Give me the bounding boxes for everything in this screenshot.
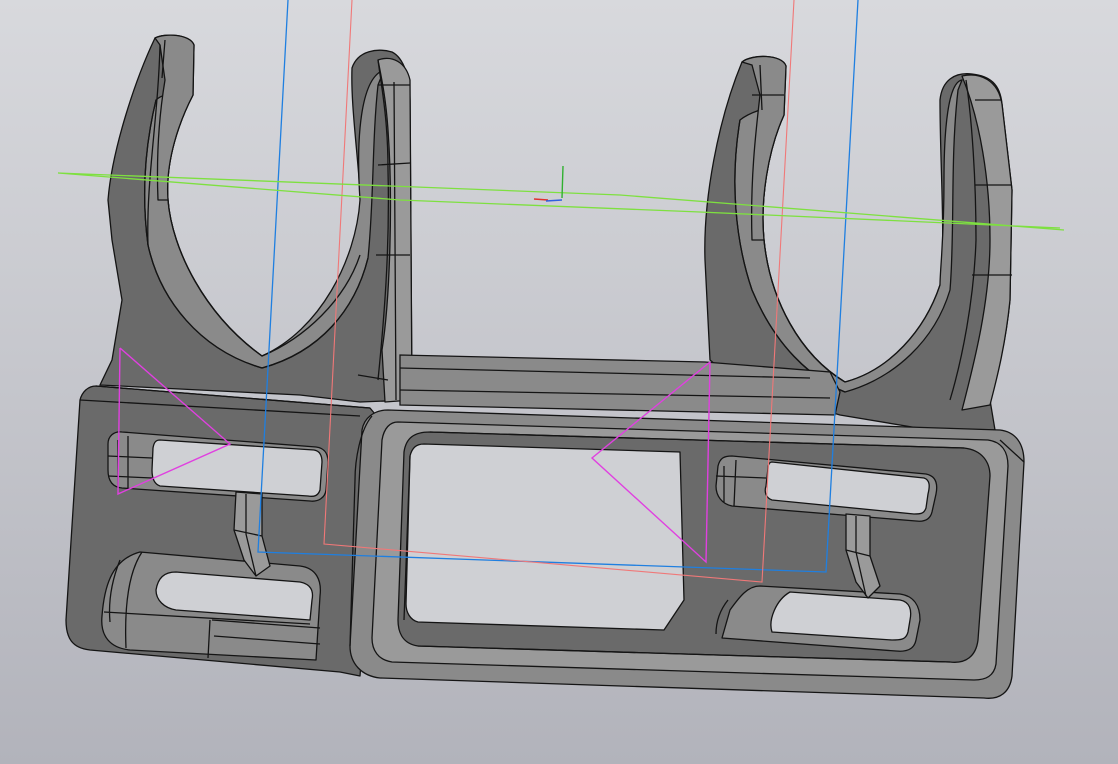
center-frame[interactable]: [349, 409, 1025, 699]
right-lower-slot-hole: [770, 591, 912, 641]
cad-3d-viewport[interactable]: [0, 0, 1118, 764]
left-block[interactable]: [65, 385, 381, 677]
model-scene[interactable]: [0, 0, 1118, 764]
center-frame-window: [405, 443, 685, 631]
